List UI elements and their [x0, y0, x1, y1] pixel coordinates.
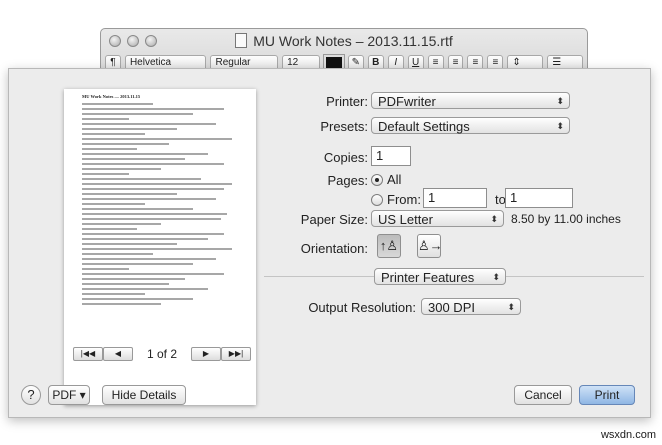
preview-text-line: [82, 178, 201, 180]
preview-text-line: [82, 153, 209, 155]
print-dialog: MU Work Notes — 2013.11.15 |◀◀ ◀ 1 of 2 …: [8, 68, 651, 418]
window-title-text: MU Work Notes – 2013.11.15.rtf: [253, 33, 453, 49]
pages-from-label: From:: [387, 192, 421, 207]
hide-details-button[interactable]: Hide Details: [102, 385, 186, 405]
preview-text-line: [82, 288, 209, 290]
pages-from-radio[interactable]: [371, 194, 383, 206]
landscape-person-icon: ♙→: [418, 238, 443, 253]
preview-text-line: [82, 163, 225, 165]
preview-text-line: [82, 123, 217, 125]
section-select[interactable]: Printer Features ⬍: [374, 268, 506, 285]
preview-text-line: [82, 293, 146, 295]
updown-arrows-icon: ⬍: [556, 121, 564, 131]
separator: [506, 276, 644, 277]
paper-dimensions: 8.50 by 11.00 inches: [511, 212, 621, 226]
pages-label: Pages:: [327, 173, 368, 188]
preview-text-line: [82, 138, 233, 140]
paper-size-select[interactable]: US Letter ⬍: [371, 210, 504, 227]
title-bar: MU Work Notes – 2013.11.15.rtf: [101, 29, 587, 53]
preview-text-line: [82, 148, 138, 150]
updown-arrows-icon: ⬍: [490, 214, 498, 224]
pages-all-label: All: [387, 172, 402, 187]
separator: [264, 276, 374, 277]
preview-text-line: [82, 238, 209, 240]
preview-text-lines: [82, 103, 240, 308]
orientation-label: Orientation:: [300, 241, 368, 256]
page-navigator: |◀◀ ◀ 1 of 2 ▶ ▶▶|: [73, 347, 251, 361]
preview-text-line: [82, 143, 169, 145]
preview-text-line: [82, 213, 228, 215]
preview-text-line: [82, 298, 193, 300]
cancel-button[interactable]: Cancel: [514, 385, 572, 405]
preview-text-line: [82, 253, 154, 255]
preview-text-line: [82, 223, 161, 225]
preview-text-line: [82, 243, 177, 245]
output-resolution-value: 300 DPI: [428, 300, 475, 315]
page-indicator: 1 of 2: [146, 347, 178, 361]
preview-text-line: [82, 108, 225, 110]
previous-page-button[interactable]: ◀: [103, 347, 133, 361]
updown-arrows-icon: ⬍: [556, 96, 564, 106]
paper-size-label: Paper Size:: [300, 212, 368, 227]
preview-text-line: [82, 273, 225, 275]
preview-text-line: [82, 303, 161, 305]
preview-text-line: [82, 263, 193, 265]
preview-text-line: [82, 268, 130, 270]
preview-text-line: [82, 168, 161, 170]
preview-text-line: [82, 193, 177, 195]
preview-text-line: [82, 158, 185, 160]
document-icon: [235, 33, 248, 48]
next-page-button[interactable]: ▶: [191, 347, 221, 361]
pages-from-field[interactable]: 1: [423, 188, 487, 208]
preview-text-line: [82, 228, 138, 230]
section-value: Printer Features: [381, 270, 475, 285]
paper-size-value: US Letter: [378, 212, 433, 227]
pdf-menu-button[interactable]: PDF ▾: [48, 385, 90, 405]
preview-text-line: [82, 118, 130, 120]
preview-text-line: [82, 113, 193, 115]
portrait-orientation-button[interactable]: ↑♙: [377, 234, 401, 258]
copies-field[interactable]: 1: [371, 146, 411, 166]
output-resolution-select[interactable]: 300 DPI ⬍: [421, 298, 521, 315]
portrait-person-icon: ↑♙: [379, 238, 399, 253]
print-button[interactable]: Print: [579, 385, 635, 405]
pages-to-field[interactable]: 1: [505, 188, 573, 208]
printer-label: Printer:: [326, 94, 368, 109]
presets-value: Default Settings: [378, 119, 470, 134]
preview-text-line: [82, 103, 154, 105]
watermark: wsxdn.com: [600, 429, 656, 441]
help-button[interactable]: ?: [21, 385, 41, 405]
presets-label: Presets:: [320, 119, 368, 134]
preview-text-line: [82, 248, 233, 250]
preview-text-line: [82, 188, 225, 190]
preview-text-line: [82, 198, 217, 200]
preview-text-line: [82, 128, 177, 130]
preview-text-line: [82, 208, 193, 210]
preview-text-line: [82, 173, 130, 175]
last-page-button[interactable]: ▶▶|: [221, 347, 251, 361]
updown-arrows-icon: ⬍: [492, 272, 500, 282]
presets-select[interactable]: Default Settings ⬍: [371, 117, 570, 134]
pages-all-radio[interactable]: [371, 174, 383, 186]
preview-text-line: [82, 233, 225, 235]
printer-select[interactable]: PDFwriter ⬍: [371, 92, 570, 109]
preview-text-line: [82, 133, 146, 135]
preview-text-line: [82, 218, 222, 220]
window-title: MU Work Notes – 2013.11.15.rtf: [101, 33, 587, 49]
preview-text-line: [82, 278, 185, 280]
printer-value: PDFwriter: [378, 94, 436, 109]
preview-text-line: [82, 183, 233, 185]
output-resolution-label: Output Resolution:: [308, 300, 416, 315]
landscape-orientation-button[interactable]: ♙→: [417, 234, 443, 258]
preview-text-line: [82, 203, 146, 205]
updown-arrows-icon: ⬍: [507, 302, 515, 312]
preview-text-line: [82, 283, 169, 285]
preview-doc-title: MU Work Notes — 2013.11.15: [82, 94, 141, 99]
copies-label: Copies:: [323, 150, 368, 165]
preview-text-line: [82, 258, 217, 260]
first-page-button[interactable]: |◀◀: [73, 347, 103, 361]
